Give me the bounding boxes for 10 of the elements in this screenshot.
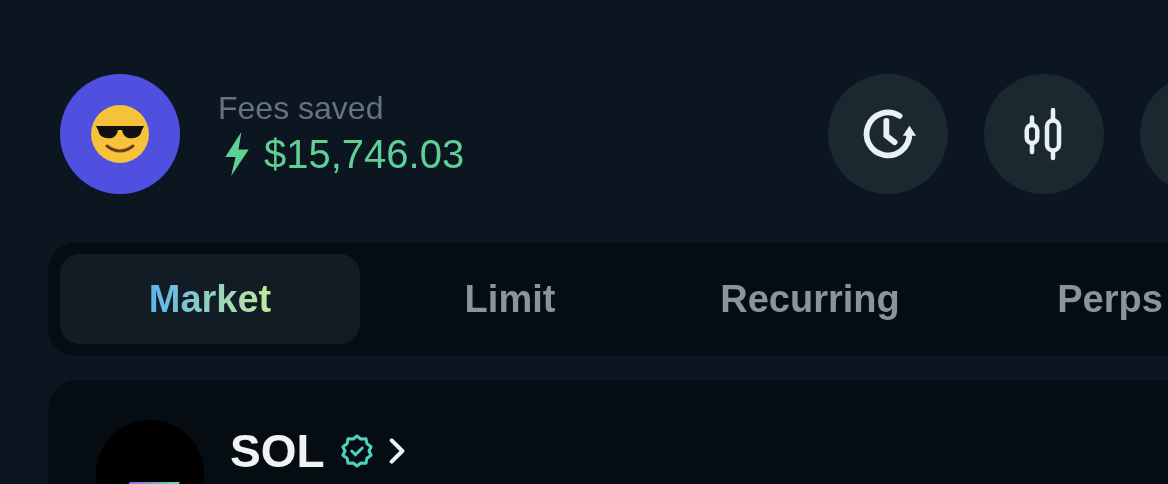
tab[interactable]: Recurring bbox=[660, 254, 960, 344]
token-symbol[interactable]: SOL bbox=[230, 424, 325, 478]
chevron-icon[interactable] bbox=[388, 437, 405, 465]
fees-amount: $15,746.03 bbox=[264, 131, 465, 178]
tab[interactable]: Market bbox=[60, 254, 360, 344]
fees-label: Fees saved bbox=[218, 89, 385, 128]
tab[interactable]: Perps bbox=[960, 254, 1168, 344]
tab[interactable]: Limit bbox=[360, 254, 660, 344]
smiley-icon bbox=[90, 104, 150, 164]
verified-icon bbox=[338, 433, 375, 469]
